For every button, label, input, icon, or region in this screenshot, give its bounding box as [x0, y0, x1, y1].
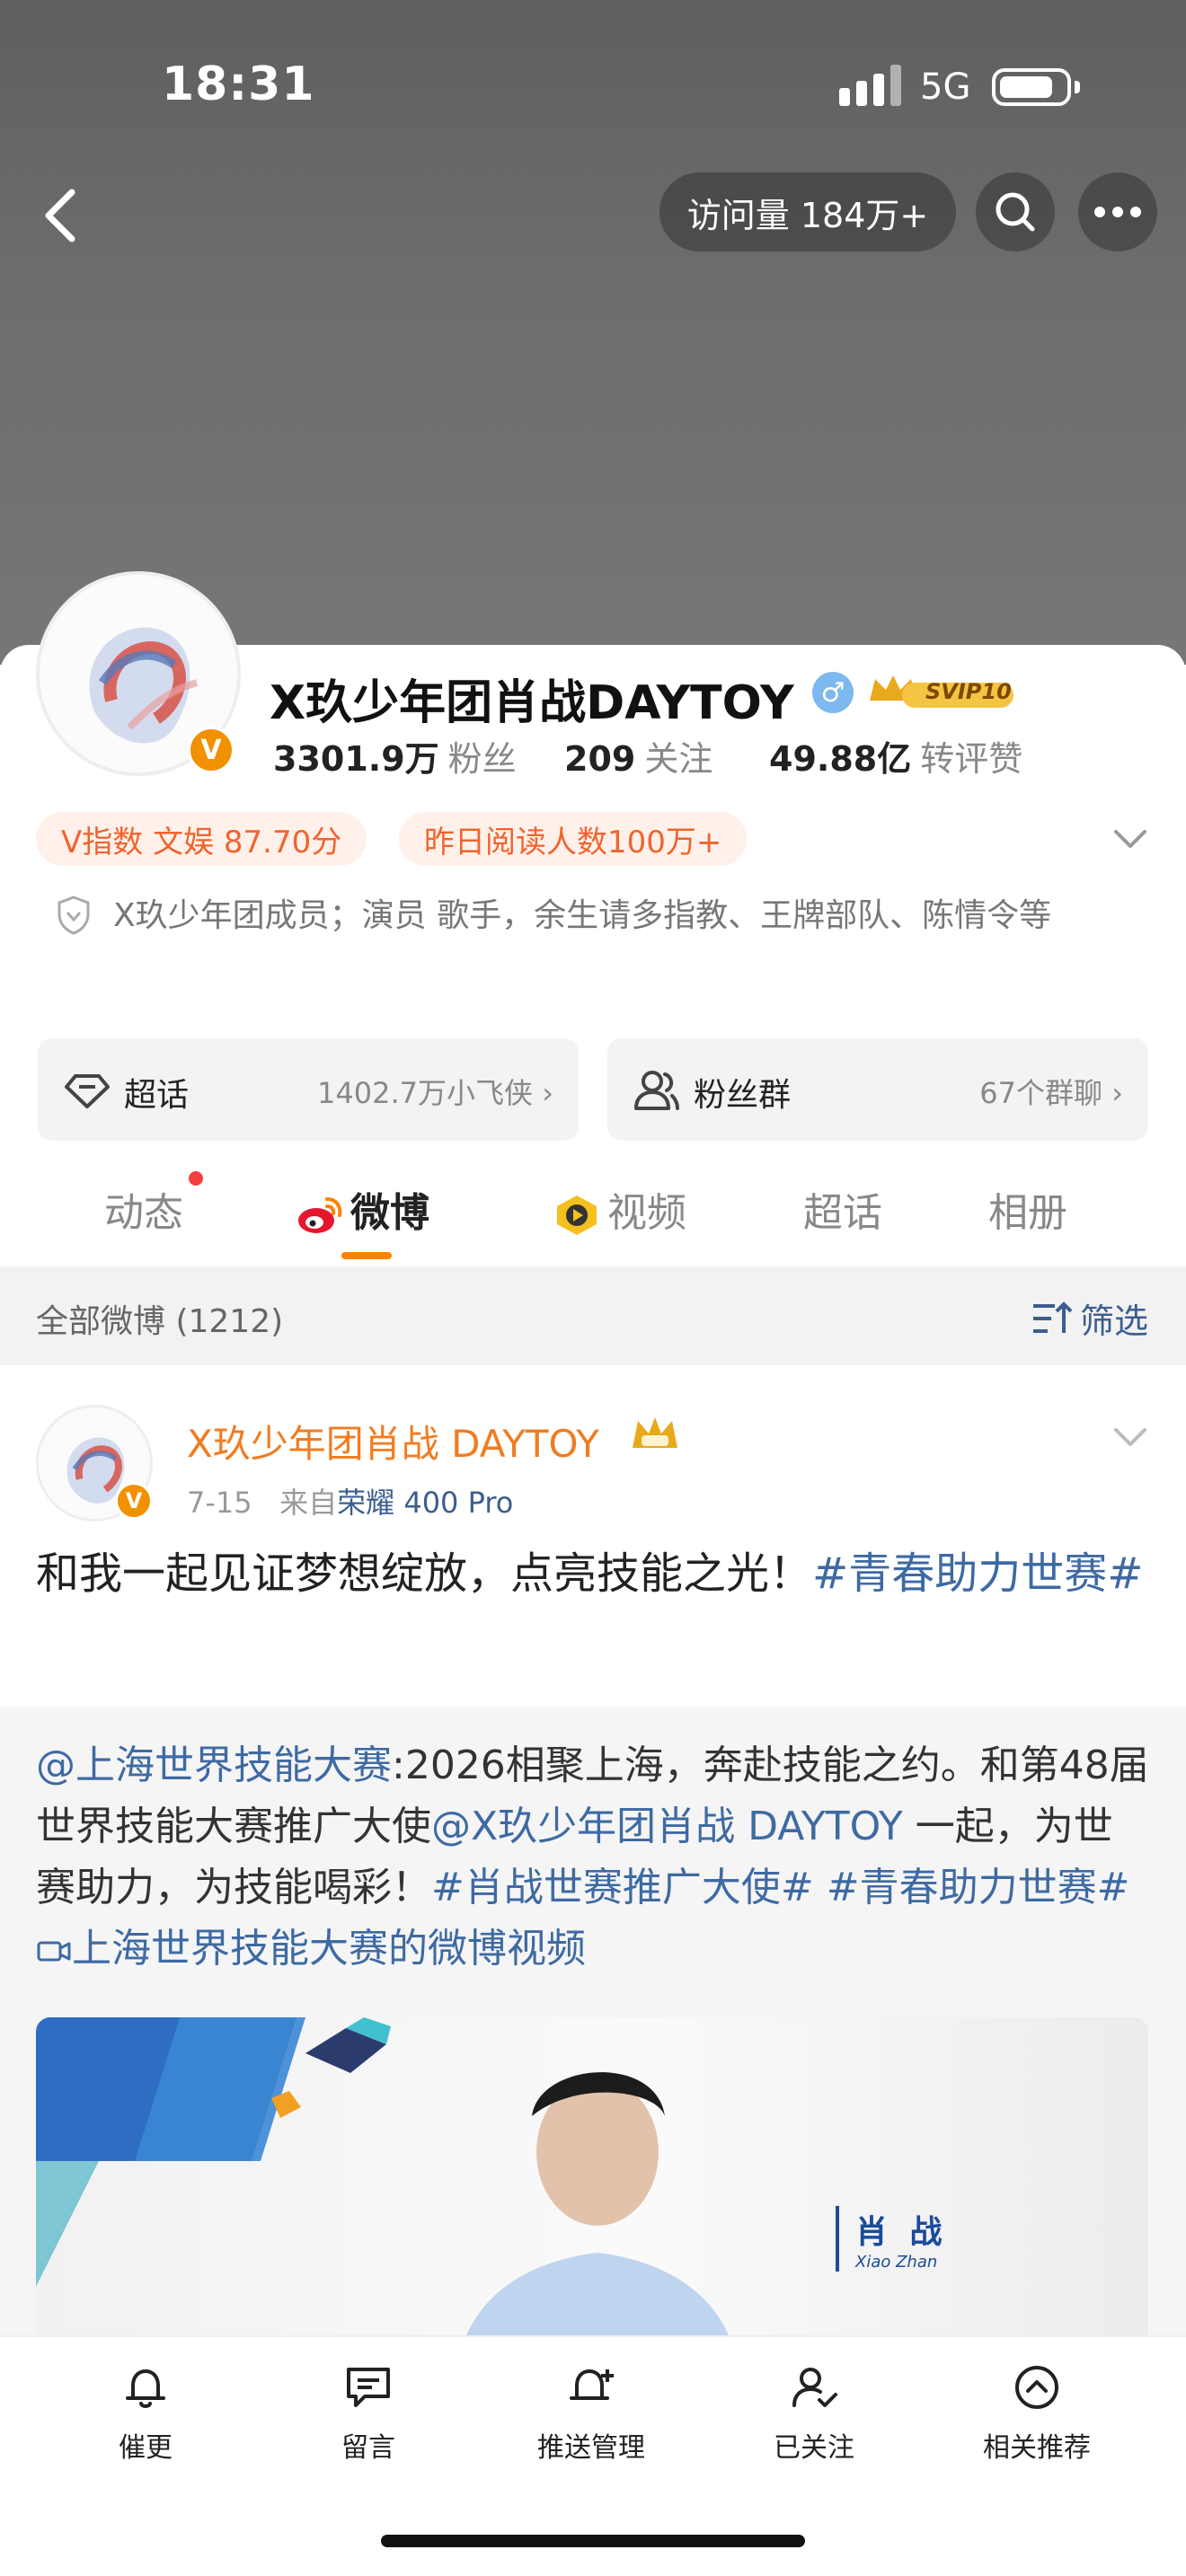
group-icon: [634, 1071, 679, 1110]
gender-male-icon: ♂: [812, 672, 854, 713]
tab-album[interactable]: 相册: [988, 1180, 1067, 1238]
svip-label: SVIP10: [925, 679, 1012, 704]
stat-interactions[interactable]: 49.88亿 转评赞: [769, 731, 1022, 781]
message-icon: [347, 2368, 390, 2407]
post-device[interactable]: 荣耀 400 Pro: [337, 1486, 513, 1520]
tab-weibo[interactable]: 微博: [295, 1180, 429, 1238]
video-camera-icon: [37, 1941, 71, 1962]
diamond-icon: [65, 1074, 110, 1108]
filter-button[interactable]: 筛选: [1031, 1293, 1148, 1343]
chevron-right-icon: ›: [542, 1076, 553, 1110]
fan-group-card[interactable]: 粉丝群 67个群聊 ›: [607, 1038, 1148, 1141]
all-weibo-count: 全部微博 (1212): [36, 1303, 284, 1340]
video-caption: 肖 战 Xiao Zhan: [836, 2206, 948, 2272]
supertopic-label: 超话: [124, 1077, 190, 1114]
weibo-icon: [298, 1197, 342, 1233]
mention-link[interactable]: @上海世界技能大赛: [36, 1742, 392, 1788]
video-link[interactable]: 上海世界技能大赛的微博视频: [36, 1926, 586, 1972]
unread-dot: [189, 1171, 203, 1186]
profile-tabs: 动态 微博 视频 超话 相册: [0, 1159, 1186, 1265]
v-index-tag[interactable]: V指数 文娱 87.70分: [36, 812, 367, 866]
filter-bar: 全部微博 (1212) 筛选: [0, 1266, 1186, 1365]
bell-plus-icon: [570, 2369, 614, 2400]
video-artwork: [36, 2017, 737, 2359]
profile-bio: X玖少年团成员；演员 歌手，余生请多指教、王牌部队、陈情令等: [113, 897, 1052, 934]
mention-link[interactable]: @X玖少年团肖战 DAYTOY: [431, 1804, 903, 1849]
network-type: 5G: [920, 66, 971, 108]
signal-icon: [839, 65, 904, 106]
tab-activity[interactable]: 动态: [104, 1180, 183, 1238]
stat-followers[interactable]: 3301.9万 粉丝: [273, 731, 517, 781]
fan-group-detail: 67个群聊 ›: [979, 1076, 1123, 1110]
video-thumbnail[interactable]: 肖 战 Xiao Zhan: [36, 2017, 1148, 2359]
chevron-right-icon: ›: [1111, 1076, 1123, 1110]
chevron-down-icon: [1114, 830, 1146, 848]
back-button[interactable]: [27, 180, 99, 251]
push-settings-button[interactable]: 推送管理: [501, 2362, 681, 2465]
battery-icon: [992, 68, 1080, 106]
stat-following[interactable]: 209 关注: [564, 731, 712, 781]
tab-supertopic[interactable]: 超话: [803, 1180, 882, 1238]
filter-icon: [1032, 1301, 1073, 1333]
status-time: 18:31: [162, 57, 315, 111]
profile-name: X玖少年团肖战DAYTOY: [270, 676, 794, 730]
post-author[interactable]: X玖少年团肖战 DAYTOY: [187, 1414, 599, 1469]
fan-group-label: 粉丝群: [694, 1077, 792, 1114]
hashtag-link[interactable]: #青春助力世赛#: [812, 1548, 1143, 1599]
verified-badge: V: [187, 726, 235, 774]
expand-profile-button[interactable]: [1111, 823, 1150, 855]
hashtag-link[interactable]: #青春助力世赛#: [827, 1865, 1130, 1910]
urge-update-button[interactable]: 催更: [56, 2362, 235, 2465]
supertopic-detail: 1402.7万小飞侠 ›: [317, 1076, 553, 1110]
active-tab-indicator: [341, 1252, 392, 1259]
hashtag-link[interactable]: #肖战世赛推广大使#: [431, 1865, 814, 1910]
chevron-left-icon: [45, 189, 75, 243]
visit-count-pill[interactable]: 访问量 184万+: [659, 172, 956, 251]
search-icon: [996, 192, 1035, 232]
bell-icon: [126, 2369, 165, 2408]
comment-button[interactable]: 留言: [279, 2362, 458, 2465]
filter-label: 筛选: [1079, 1301, 1148, 1341]
more-dots-icon: [1094, 207, 1141, 217]
svip-badge[interactable]: SVIP10: [866, 670, 1019, 715]
tab-video[interactable]: 视频: [552, 1180, 686, 1238]
crown-icon: [629, 1412, 681, 1457]
post-text: 和我一起见证梦想绽放，点亮技能之光！#青春助力世赛#: [36, 1548, 1144, 1599]
repost-text: @上海世界技能大赛:2026相聚上海，奔赴技能之约。和第48届世界技能大赛推广大…: [36, 1742, 1149, 1972]
status-bar: 18:31 5G: [0, 0, 1186, 171]
post-meta: 7-15 来自荣耀 400 Pro: [187, 1486, 514, 1520]
following-button[interactable]: 已关注: [724, 2362, 904, 2465]
chevron-down-icon: [1114, 1428, 1146, 1446]
user-check-icon: [792, 2368, 837, 2407]
post-menu-button[interactable]: [1111, 1421, 1150, 1453]
home-indicator[interactable]: [381, 2535, 805, 2547]
chevron-up-circle-icon: [1015, 2366, 1058, 2409]
related-recommend-button[interactable]: 相关推荐: [947, 2362, 1127, 2465]
reader-count-tag[interactable]: 昨日阅读人数100万+: [399, 812, 748, 866]
video-icon: [557, 1195, 597, 1235]
search-button[interactable]: [976, 172, 1055, 251]
more-button[interactable]: [1078, 172, 1157, 251]
supertopic-card[interactable]: 超话 1402.7万小飞侠 ›: [38, 1038, 579, 1141]
post-verified-badge: V: [115, 1482, 153, 1520]
